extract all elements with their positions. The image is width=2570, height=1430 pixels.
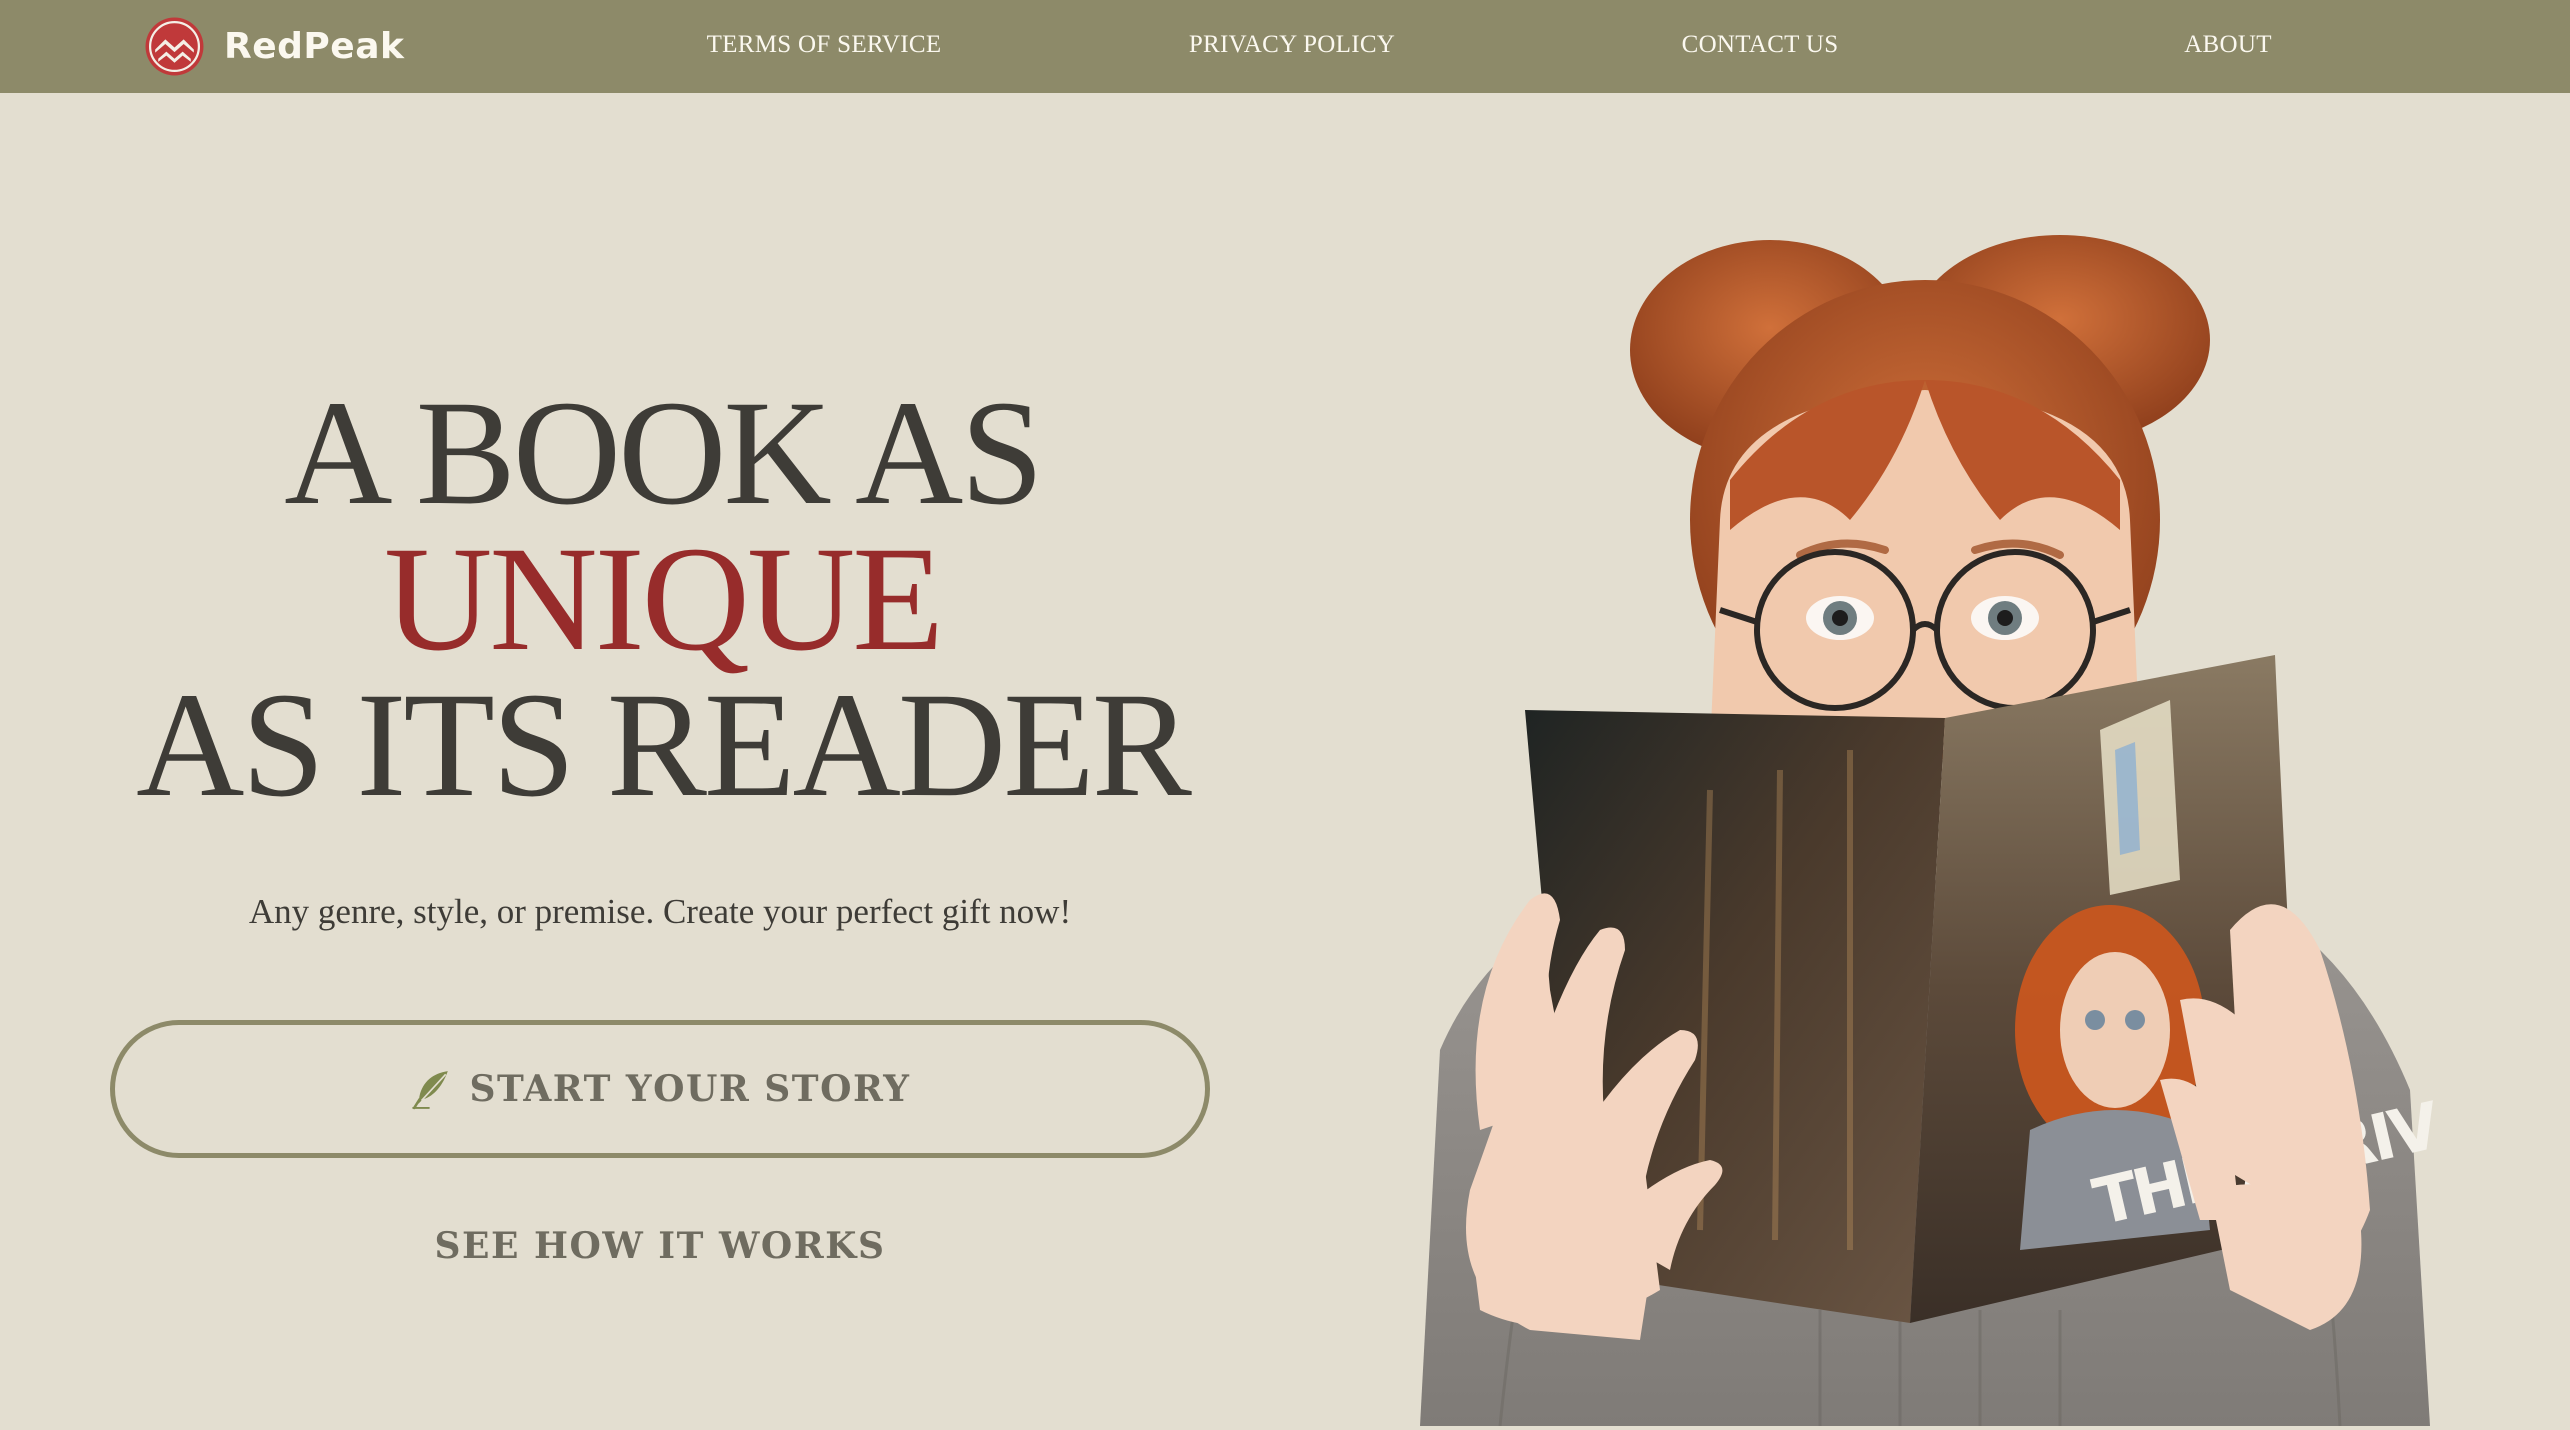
nav-link-privacy-policy[interactable]: PRIVACY POLICY xyxy=(1189,31,1395,59)
hero-image-reader-with-book: THE ARRIV xyxy=(1380,230,2480,1427)
top-navigation-bar: RedPeak TERMS OF SERVICE PRIVACY POLICY … xyxy=(0,0,2570,93)
feather-quill-icon xyxy=(411,1071,448,1110)
nav-link-contact-us[interactable]: CONTACT US xyxy=(1682,31,1839,59)
nav-link-terms-of-service[interactable]: TERMS OF SERVICE xyxy=(707,31,942,59)
see-how-it-works-link[interactable]: SEE HOW IT WORKS xyxy=(310,1225,1010,1267)
headline-accent-word: UNIQUE xyxy=(384,516,944,682)
nav-link-about[interactable]: ABOUT xyxy=(2184,31,2272,59)
hero-headline: A BOOK AS UNIQUE AS ITS READER xyxy=(90,370,1235,828)
start-your-story-button[interactable]: START YOUR STORY xyxy=(110,1020,1210,1158)
start-your-story-label: START YOUR STORY xyxy=(469,1068,911,1110)
reader-illustration: THE ARRIV xyxy=(1420,235,2448,1427)
mountain-peak-icon xyxy=(145,17,204,76)
brand-logo[interactable]: RedPeak xyxy=(144,16,404,77)
brand-name: RedPeak xyxy=(224,26,405,67)
headline-line-1: A BOOK AS xyxy=(284,370,1044,536)
headline-line-3: AS ITS READER xyxy=(136,662,1192,828)
hero-subtext: Any genre, style, or premise. Create you… xyxy=(248,892,1072,931)
